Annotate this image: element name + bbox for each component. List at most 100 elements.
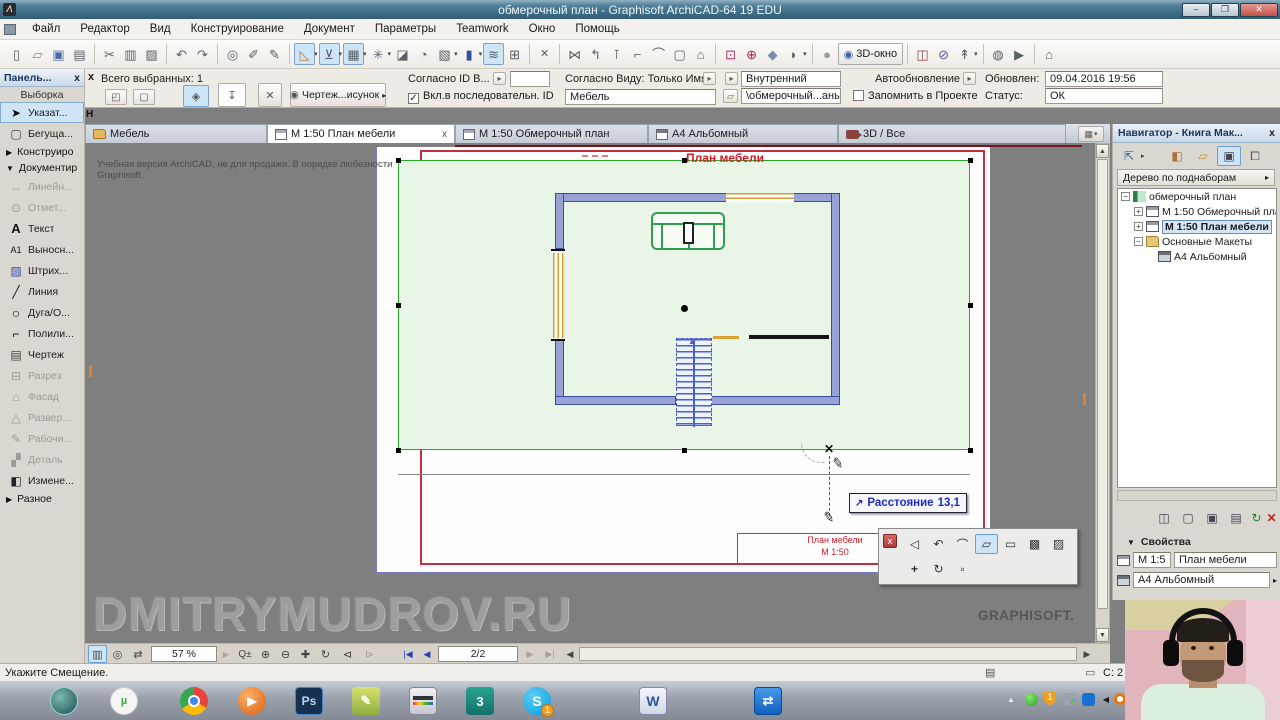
zoom-in-button[interactable]: ⊕ [256, 645, 275, 663]
previous-zoom-button[interactable]: ⊲ [337, 645, 358, 663]
selection-handle[interactable] [968, 303, 973, 308]
taskbar-teamviewer-icon[interactable]: ⇄ [752, 685, 784, 717]
zoom-menu-icon[interactable]: ▶ [220, 645, 232, 663]
master-field[interactable]: А4 Альбомный [1133, 572, 1270, 588]
taskbar-skype-icon[interactable]: S1 [521, 685, 554, 717]
toolbox-close-icon[interactable]: x [74, 72, 80, 84]
pet-subtract-polygon-button[interactable]: ▨ [1047, 534, 1070, 554]
taskbar-utorrent-icon[interactable]: µ [108, 685, 140, 717]
selection-settings-icon[interactable]: ◰ [105, 89, 127, 105]
roof-tool-button[interactable]: ⌂ [690, 43, 711, 65]
infobar-close-icon[interactable]: x [88, 71, 94, 83]
hscroll-left-icon[interactable]: ◀ [563, 645, 577, 663]
tool-arc[interactable]: ○ Дуга/О... [0, 302, 84, 323]
menu-file[interactable]: Файл [22, 21, 70, 37]
pet-arc-edit-button[interactable]: ⌒ [951, 534, 974, 554]
tool-change[interactable]: ◧ Измене... [0, 470, 84, 491]
snap-guides-button[interactable]: ⊻ [318, 43, 340, 65]
tree-item-plan-mebeli[interactable]: + М 1:50 План мебели [1118, 219, 1276, 234]
pet-add-polygon-button[interactable]: ▩ [1023, 534, 1046, 554]
scale-field[interactable]: М 1:5 [1133, 552, 1171, 568]
marquee-mode-icon[interactable]: ▢ [133, 89, 155, 105]
toolbox-group-design[interactable]: ▶ Конструиро [0, 144, 84, 160]
by-id-flyout-icon[interactable]: ▸ [493, 72, 506, 85]
dropdown-arrow-icon[interactable]: ▾ [388, 50, 392, 58]
dropdown-arrow-icon[interactable]: ▾ [363, 50, 367, 58]
hscrollbar-thumb[interactable] [579, 647, 1077, 661]
include-seq-checkbox[interactable]: ✓ Вкл.в последовательн. ID [408, 90, 554, 104]
morph-button[interactable]: ◗ [783, 43, 804, 65]
menu-view[interactable]: Вид [140, 21, 181, 37]
adjust-button[interactable]: ↰ [585, 43, 606, 65]
tab-overview-button[interactable]: ▦ ▾ [1078, 126, 1104, 142]
vertical-scrollbar[interactable]: ▲ ▼ [1095, 143, 1110, 643]
dropdown-arrow-icon[interactable]: ▾ [803, 50, 807, 58]
drag-frame-button[interactable]: ⊡ [720, 43, 741, 65]
maximize-button[interactable]: ❐ [1211, 2, 1239, 17]
menu-help[interactable]: Помощь [565, 21, 629, 37]
toolbox-group-more[interactable]: ▶ Разное [0, 491, 84, 507]
tree-hscrollbar[interactable] [1117, 490, 1277, 501]
update-drawing-icon[interactable]: ✕ [258, 83, 282, 107]
taskbar-chrome-icon[interactable] [178, 685, 210, 717]
tray-nvidia-icon[interactable] [1023, 691, 1039, 707]
taskbar-3dsmax-icon[interactable]: 3 [464, 685, 496, 717]
open-project-button[interactable]: ▱ [27, 43, 48, 65]
zoom-box-button[interactable]: Q± [235, 645, 255, 663]
new-master-button[interactable]: ▤ [1225, 508, 1247, 528]
tool-level-dimension[interactable]: ⊙ Отмет... [0, 197, 84, 218]
inject-parameters-button[interactable]: ✎ [264, 43, 285, 65]
trim-button[interactable]: ⌐ [627, 43, 648, 65]
layout-settings-button[interactable]: ◫ [1153, 508, 1175, 528]
taskbar-word-icon[interactable]: W [637, 685, 669, 717]
master-flyout-icon[interactable]: ▸ [1273, 576, 1277, 585]
tool-elevation[interactable]: ⌂ Фасад [0, 386, 84, 407]
close-window-button[interactable]: ✕ [534, 43, 555, 65]
pet-offset-all-button[interactable]: ▫ [951, 559, 974, 579]
id-value-field[interactable] [510, 71, 550, 87]
pet-move-subelement-button[interactable]: ▱ [975, 534, 998, 554]
taskbar-coreldraw-icon[interactable]: ✎ [350, 685, 382, 717]
tab-3d-all[interactable]: 3D / Все [838, 124, 1066, 143]
pan-button[interactable]: ✚ [296, 645, 315, 663]
taskbar-mediaplayer-icon[interactable]: ▶ [236, 685, 268, 717]
tab-close-icon[interactable]: x [442, 129, 447, 140]
dropdown-arrow-icon[interactable]: ▾ [454, 50, 458, 58]
stretch-button[interactable]: ▢ [669, 43, 690, 65]
hscroll-right-icon[interactable]: ▶ [1080, 645, 1094, 663]
view-map-button[interactable]: ▱ [1191, 146, 1215, 166]
page-number-box[interactable]: 2/2 [438, 646, 518, 662]
new-document-button[interactable]: ▯ [6, 43, 27, 65]
pet-mirror-button[interactable]: ◁ [903, 534, 926, 554]
cut-button[interactable]: ✂ [99, 43, 120, 65]
tree-mode-dropdown[interactable]: Дерево по поднаборам ▸ [1117, 169, 1275, 186]
zoom-percent-box[interactable]: 57 % [151, 646, 217, 662]
first-page-button[interactable]: |◀ [398, 645, 418, 663]
by-view-flyout-icon[interactable]: ▸ [703, 72, 716, 85]
dropdown-arrow-icon[interactable]: ▾ [314, 50, 318, 58]
element-info-button[interactable]: ⊞ [504, 43, 525, 65]
scroll-down-icon[interactable]: ▼ [1096, 628, 1109, 642]
tool-marquee[interactable]: ▢ Бегуща... [0, 123, 84, 144]
expand-icon[interactable]: + [1134, 222, 1143, 231]
selection-handle[interactable] [682, 448, 687, 453]
new-layout-button[interactable]: ▢ [1177, 508, 1199, 528]
fillet-button[interactable]: ⌒ [648, 43, 669, 65]
camera-button[interactable]: ◫ [912, 43, 933, 65]
tool-label[interactable]: A1 Выносн... [0, 239, 84, 260]
tool-worksheet[interactable]: ✎ Рабочи... [0, 428, 84, 449]
pick-parameters-button[interactable]: ✐ [243, 43, 264, 65]
remember-checkbox[interactable]: Запомнить в Проекте [853, 90, 978, 102]
properties-section[interactable]: ▼ Свойства [1113, 534, 1280, 550]
gravity-button[interactable]: ◪ [392, 43, 413, 65]
collapse-icon[interactable]: − [1134, 237, 1143, 246]
pet-palette-drag-handle[interactable]: x [883, 534, 897, 548]
tree-item-obmerochny[interactable]: + М 1:50 Обмерочный план [1118, 204, 1276, 219]
project-map-button[interactable]: ◧ [1165, 146, 1189, 166]
tool-line[interactable]: ╱ Линия [0, 281, 84, 302]
update-drawing-button[interactable]: ↻ [1249, 508, 1264, 528]
collapse-icon[interactable]: − [1121, 192, 1130, 201]
taskbar-shareman-icon[interactable] [48, 685, 80, 717]
close-button[interactable]: ✕ [1240, 2, 1278, 17]
guide-lines-button[interactable]: ◺ [294, 43, 315, 65]
